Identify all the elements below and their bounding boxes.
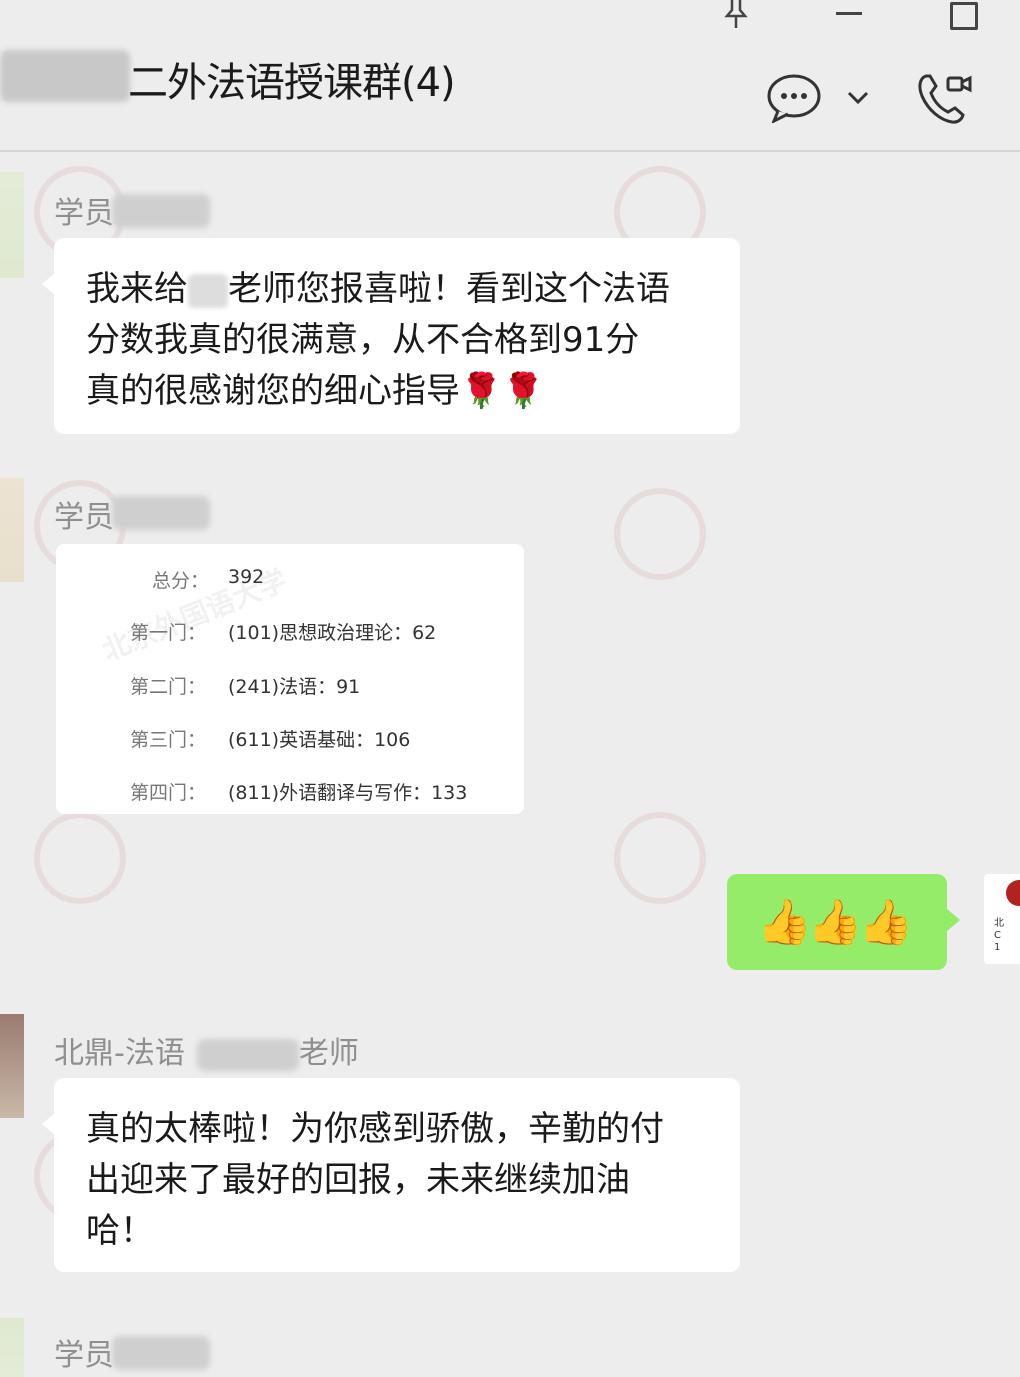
message-text: 真的太棒啦！为你感到骄傲，辛勤的付 (86, 1109, 664, 1149)
bubble-tail (946, 908, 960, 932)
message-text: 老师您报喜啦！看到这个法语 (228, 269, 670, 309)
watermark-seal (614, 488, 706, 580)
avatar[interactable] (0, 172, 24, 278)
blurred-name (188, 273, 228, 308)
blurred-name (112, 194, 210, 228)
score-value: 392 (228, 566, 265, 588)
blurred-name (196, 1038, 299, 1071)
score-value: (611)英语基础：106 (228, 729, 411, 751)
avatar[interactable] (0, 1318, 24, 1377)
group-title: 二外法语授课群(4) (128, 60, 456, 106)
blurred-name (112, 1336, 210, 1370)
message-text: 我来给 (86, 269, 188, 309)
blurred-name (0, 50, 130, 102)
call-icon[interactable] (914, 70, 972, 128)
message-bubble[interactable]: 我来给 老师您报喜啦！看到这个法语 分数我真的很满意，从不合格到91分 真的很感谢… (42, 238, 740, 434)
minimize-icon[interactable] (836, 12, 862, 15)
chat-info-icon[interactable] (766, 73, 822, 123)
score-image[interactable]: 北京外国语大学 总分： 392 第一门： (101)思想政治理论：62 第二门：… (56, 544, 524, 814)
score-value: (241)法语：91 (228, 676, 361, 698)
chat-header: 二外法语授课群(4) (0, 0, 1020, 152)
logo-icon (1006, 880, 1020, 906)
blurred-name (112, 496, 210, 530)
score-label: 第四门： (130, 782, 207, 804)
message-text: 真的很感谢您的细心指导🌹🌹 (86, 371, 545, 411)
avatar[interactable] (0, 478, 24, 582)
score-value: (811)外语翻译与写作：133 (228, 782, 468, 804)
message-text: 哈！ (86, 1211, 154, 1251)
message-bubble[interactable]: 真的太棒啦！为你感到骄傲，辛勤的付 出迎来了最好的回报，未来继续加油 哈！ (42, 1078, 740, 1272)
score-label: 总分： (152, 570, 210, 592)
avatar[interactable]: 北C1 (984, 874, 1020, 964)
my-message-bubble[interactable]: 👍👍👍 (727, 874, 960, 970)
score-label: 第一门： (130, 622, 207, 644)
chevron-down-icon[interactable] (846, 88, 870, 106)
sender-name: 北鼎-法语 老师 (54, 1028, 359, 1072)
message-text: 出迎来了最好的回报，未来继续加油 (86, 1160, 630, 1200)
avatar[interactable] (0, 1014, 24, 1118)
thumbs-up-emoji: 👍👍👍 (757, 897, 913, 948)
message-text: 分数我真的很满意，从不合格到91分 (86, 320, 640, 360)
score-label: 第二门： (130, 676, 207, 698)
watermark-seal (614, 812, 706, 904)
watermark-seal (34, 812, 126, 904)
maximize-icon[interactable] (950, 2, 978, 30)
score-label: 第三门： (130, 729, 207, 751)
bubble-tail (42, 1112, 56, 1136)
bubble-tail (42, 272, 56, 296)
sender-suffix: 老师 (298, 1036, 359, 1071)
sender-name: 学员 (54, 500, 114, 535)
sender-prefix: 北鼎-法语 (54, 1036, 185, 1071)
sender-name: 学员 (54, 1338, 114, 1373)
sender-name: 学员 (54, 196, 114, 231)
score-value: (101)思想政治理论：62 (228, 622, 437, 644)
avatar-logo-text: 北C1 (994, 918, 1004, 953)
pin-icon[interactable] (722, 0, 750, 30)
